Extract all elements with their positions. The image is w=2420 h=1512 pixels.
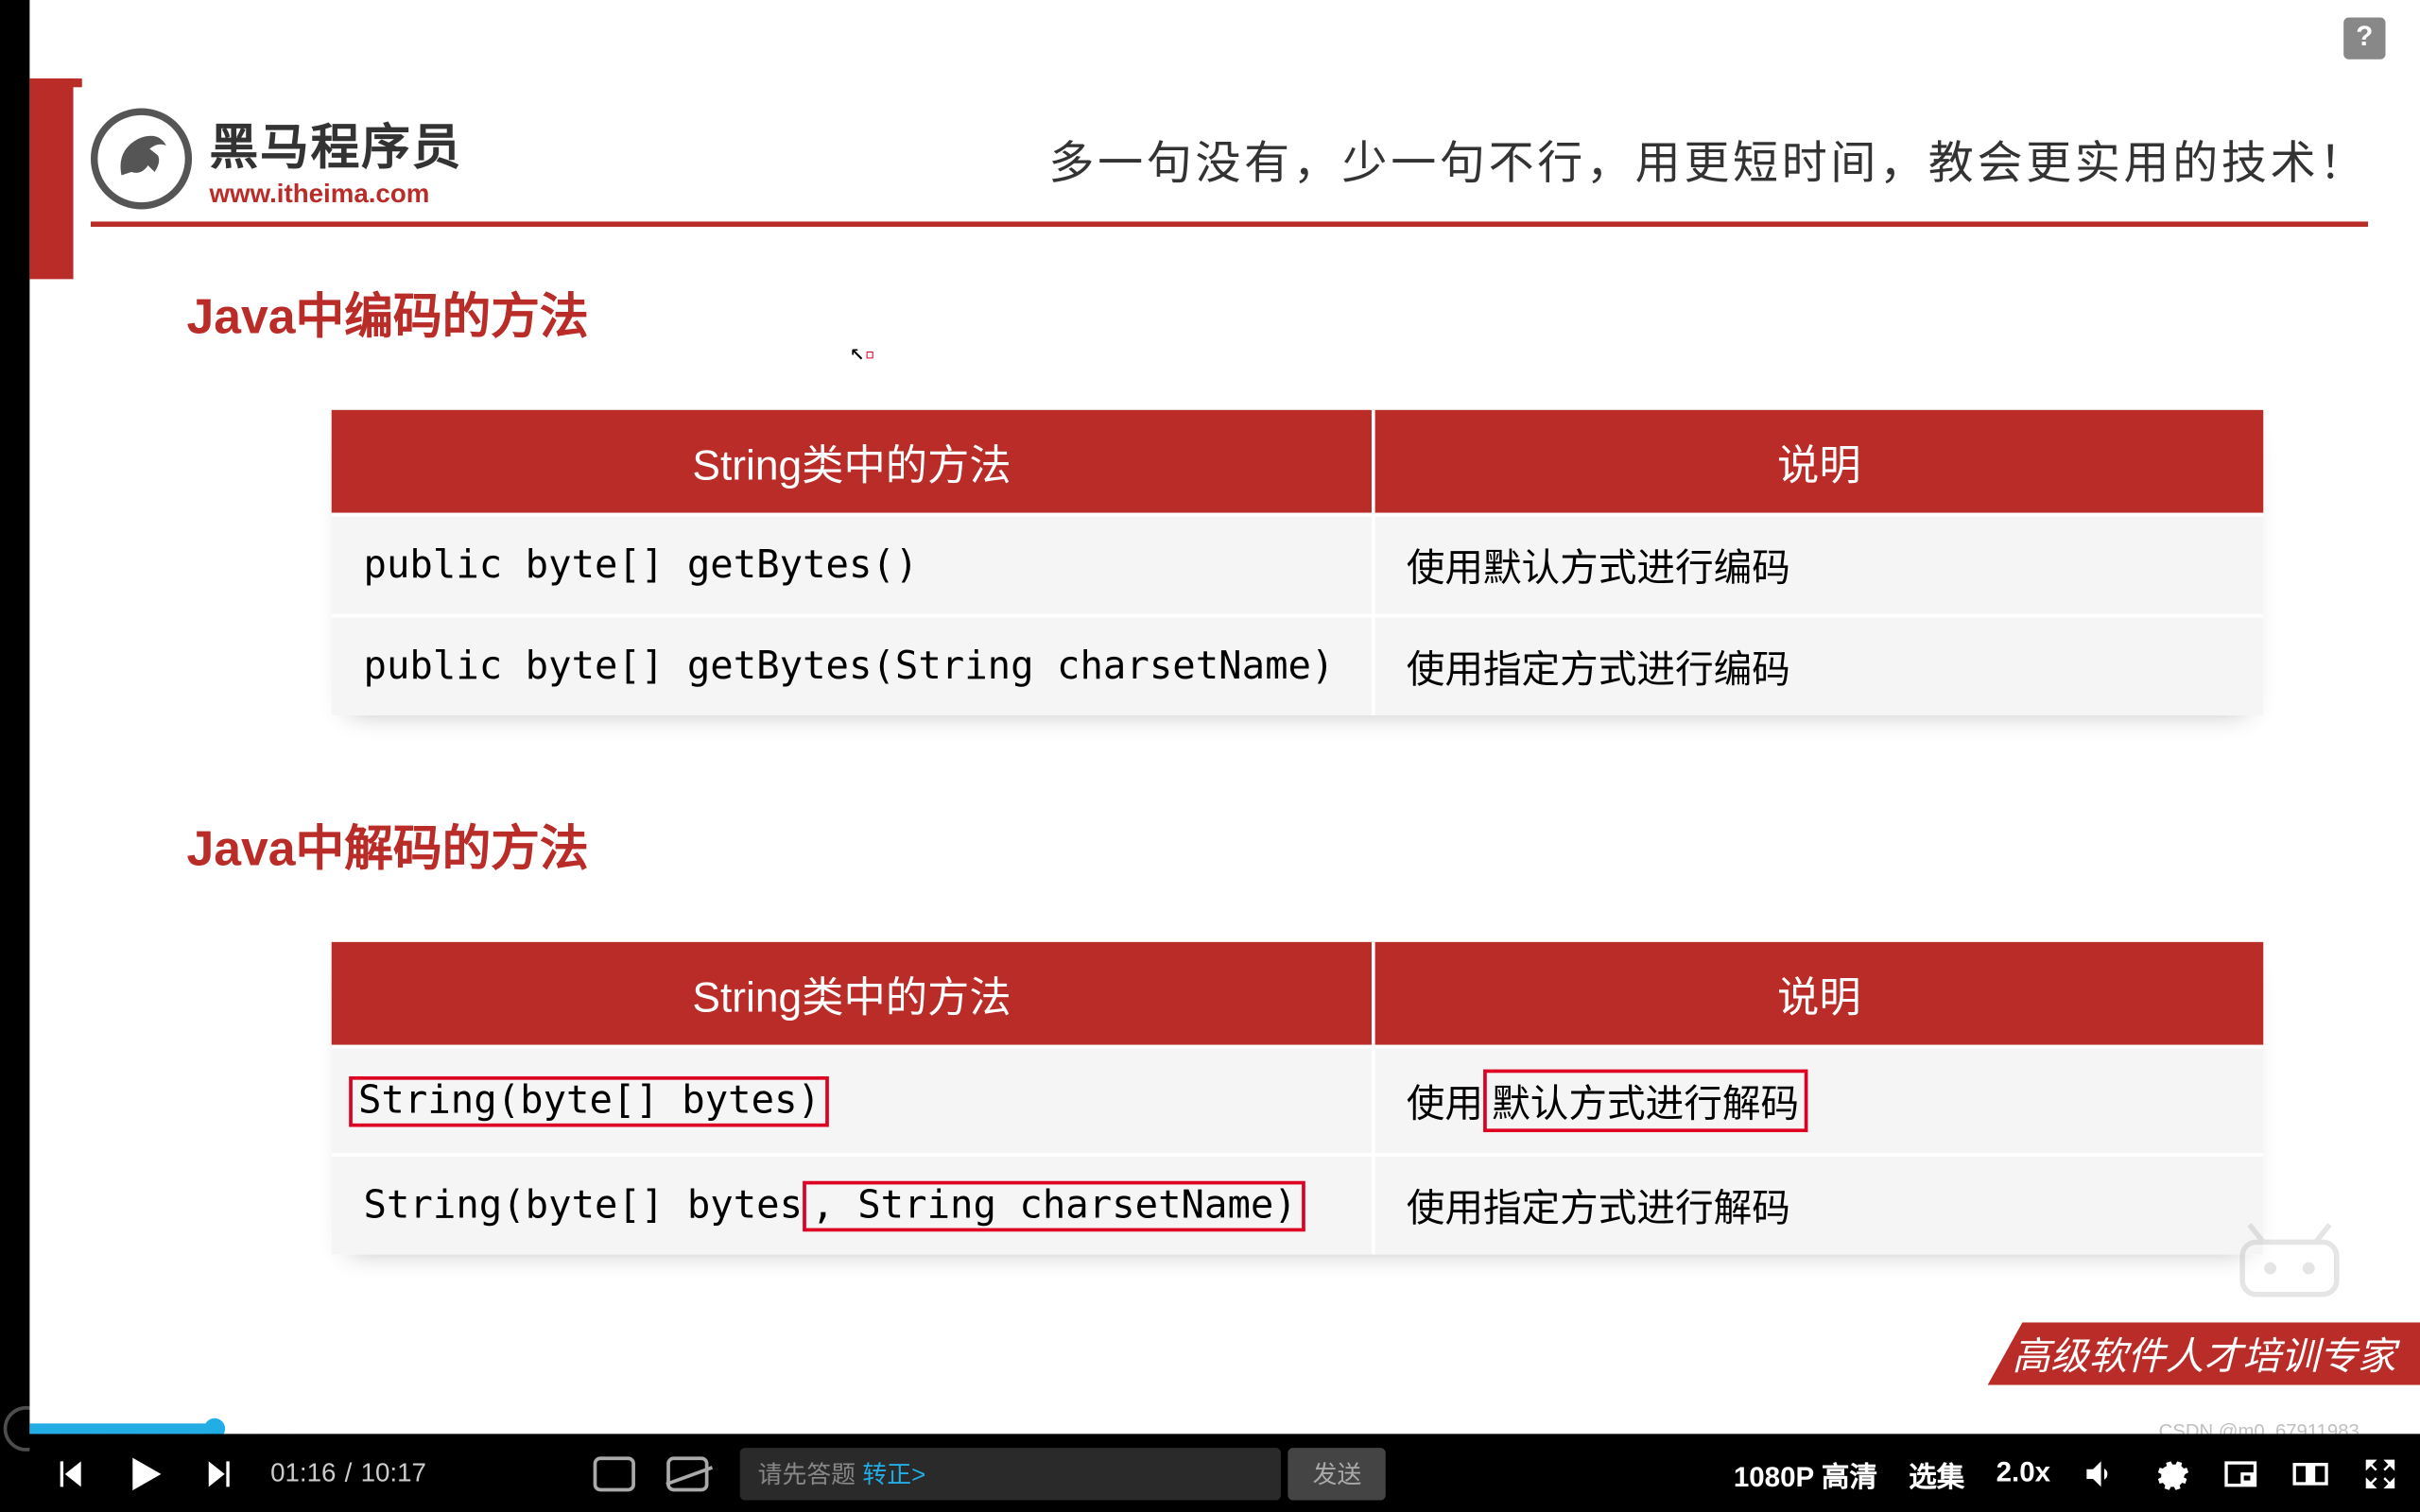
encoding-table: String类中的方法 说明 public byte[] getBytes() … bbox=[332, 410, 2263, 715]
video-title: IO流-16-Java中编码和解码的代码实现 bbox=[64, 14, 656, 65]
bilibili-watermark-icon bbox=[2228, 1216, 2350, 1313]
settings-icon[interactable] bbox=[2152, 1454, 2190, 1493]
decoration-stripe bbox=[29, 78, 73, 279]
slogan: 多一句没有，少一句不行，用更短时间，教会更实用的技术！ bbox=[1048, 127, 2368, 191]
play-button[interactable] bbox=[120, 1449, 169, 1498]
fullscreen-icon[interactable] bbox=[2361, 1454, 2400, 1493]
highlight-box: , String charsetName) bbox=[803, 1180, 1305, 1231]
table-row: String(byte[] bytes, String charsetName)… bbox=[332, 1153, 2263, 1254]
verify-link[interactable]: 转正> bbox=[862, 1455, 925, 1490]
brand-url: www.itheima.com bbox=[210, 179, 463, 208]
table-header: 说明 bbox=[1374, 942, 2263, 1045]
highlight-box: String(byte[] bytes) bbox=[350, 1075, 829, 1126]
decoding-table: String类中的方法 说明 String(byte[] bytes) 使用默认… bbox=[332, 942, 2263, 1254]
table-header: String类中的方法 bbox=[332, 410, 1374, 513]
section2-title: Java中解码的方法 bbox=[187, 811, 2264, 881]
logo-icon bbox=[91, 108, 192, 209]
cursor-icon: ↖▫ bbox=[850, 338, 875, 367]
brand-name: 黑马程序员 bbox=[210, 109, 463, 179]
episodes-button[interactable]: 选集 bbox=[1909, 1452, 1964, 1494]
section1-title: Java中编码的方法 bbox=[187, 279, 2264, 349]
table-row: public byte[] getBytes() 使用默认方式进行编码 bbox=[332, 513, 2263, 614]
table-row: public byte[] getBytes(String charsetNam… bbox=[332, 614, 2263, 715]
slide-header: 黑马程序员 www.itheima.com 多一句没有，少一句不行，用更短时间，… bbox=[91, 96, 2368, 227]
quality-button[interactable]: 1080P 高清 bbox=[1734, 1452, 1877, 1494]
highlight-box: 默认方式进行解码 bbox=[1483, 1070, 1807, 1132]
volume-icon[interactable] bbox=[2082, 1454, 2120, 1493]
danmaku-settings-icon[interactable] bbox=[667, 1455, 709, 1490]
speed-button[interactable]: 2.0x bbox=[1996, 1457, 2050, 1488]
prev-button[interactable] bbox=[51, 1454, 90, 1493]
danmaku-toggle-icon[interactable] bbox=[594, 1455, 635, 1490]
next-button[interactable] bbox=[200, 1454, 239, 1493]
pip-icon[interactable] bbox=[2221, 1454, 2260, 1493]
danmaku-input[interactable]: 请先答题 转正> bbox=[740, 1447, 1281, 1499]
time-display: 01:16/10:17 bbox=[270, 1458, 426, 1487]
wide-icon[interactable] bbox=[2291, 1454, 2330, 1493]
player-controls: 01:16/10:17 请先答题 转正> 发送 1080P 高清 选集 2.0x bbox=[29, 1434, 2420, 1512]
table-header: String类中的方法 bbox=[332, 942, 1374, 1045]
help-icon[interactable]: ? bbox=[2343, 17, 2385, 59]
table-row: String(byte[] bytes) 使用默认方式进行解码 bbox=[332, 1045, 2263, 1153]
send-button[interactable]: 发送 bbox=[1288, 1447, 1386, 1499]
footer-banner: 高级软件人才培训专家 bbox=[1988, 1322, 2420, 1384]
progress-fill bbox=[29, 1423, 218, 1434]
decoration-stripe-top bbox=[29, 78, 81, 87]
progress-bar[interactable] bbox=[29, 1423, 2391, 1434]
table-header: 说明 bbox=[1374, 410, 2263, 513]
